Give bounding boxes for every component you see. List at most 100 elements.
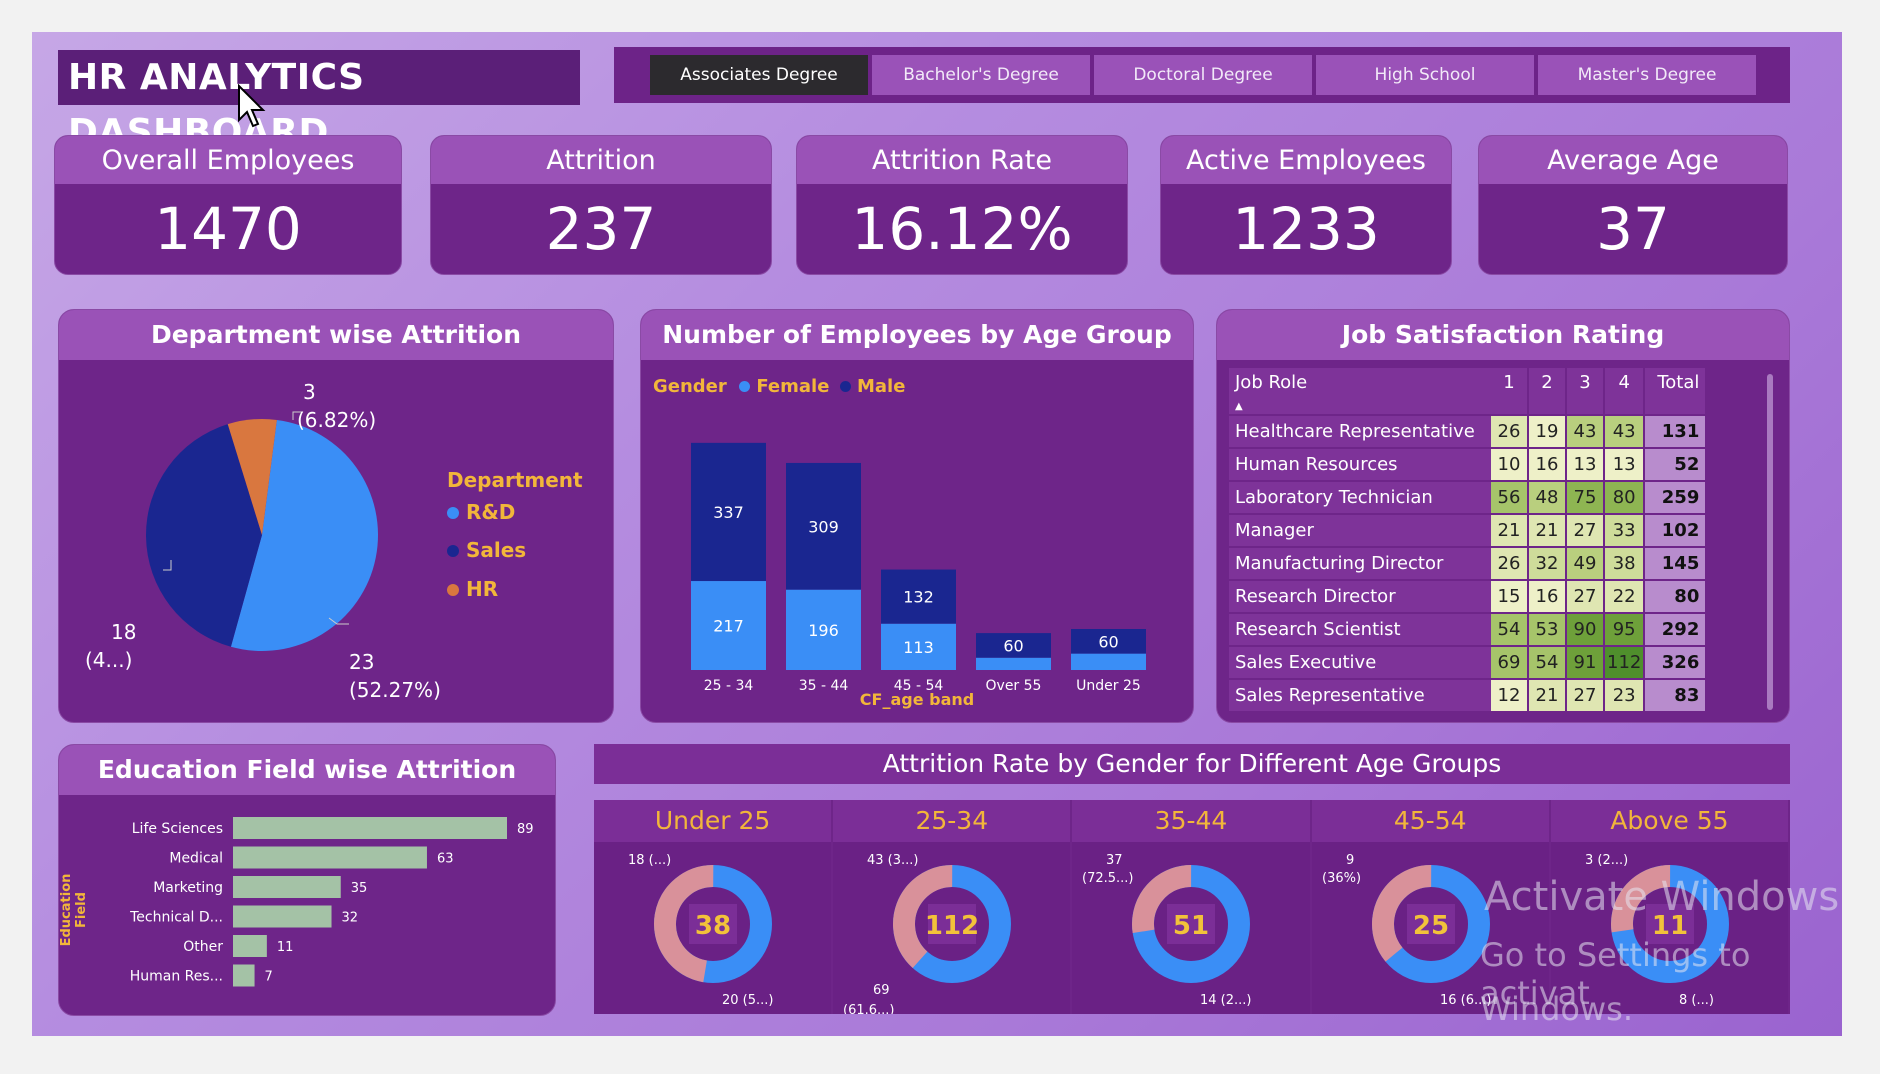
edu-bar[interactable] bbox=[233, 964, 255, 987]
matrix-row[interactable]: Laboratory Technician 56 48 75 80 259 bbox=[1229, 481, 1706, 515]
matrix-role-cell: Research Scientist bbox=[1229, 613, 1491, 647]
donut-data-label: 43 (3...) bbox=[867, 853, 919, 868]
donut-group-label: 35-44 bbox=[1072, 800, 1310, 842]
pie-label-rd-value: 23 bbox=[349, 650, 375, 674]
matrix-scrollbar[interactable] bbox=[1767, 374, 1773, 710]
matrix-role-cell: Research Director bbox=[1229, 580, 1491, 614]
matrix-value-cell: 27 bbox=[1566, 580, 1605, 614]
matrix-row[interactable]: Manager 21 21 27 33 102 bbox=[1229, 514, 1706, 548]
watermark-line3: Windows. bbox=[1480, 990, 1634, 1028]
matrix-value-cell: 13 bbox=[1566, 448, 1605, 482]
donut-cell-0: Under 25 38 18 (...) 20 (5...) bbox=[594, 800, 834, 1014]
edu-bar[interactable] bbox=[233, 846, 427, 869]
matrix-value-cell: 16 bbox=[1528, 580, 1567, 614]
edu-bar[interactable] bbox=[233, 935, 267, 957]
matrix-total-cell: 131 bbox=[1644, 415, 1706, 449]
bar-label-male: 132 bbox=[903, 588, 934, 607]
dept-attrition-card: Department wise Attrition 3 (6.82%) 18 (… bbox=[58, 309, 614, 723]
matrix-row[interactable]: Healthcare Representative 26 19 43 43 131 bbox=[1229, 415, 1706, 449]
legend-item-rd[interactable]: R&D bbox=[447, 500, 515, 524]
kpi-active-employees: Active Employees 1233 bbox=[1160, 135, 1452, 275]
matrix-role-cell: Sales Representative bbox=[1229, 679, 1491, 713]
bar-label-female: 217 bbox=[713, 617, 744, 636]
matrix-value-cell: 32 bbox=[1528, 547, 1567, 581]
matrix-header-4[interactable]: 4 bbox=[1604, 368, 1646, 416]
card-title: Department wise Attrition bbox=[59, 310, 613, 360]
matrix-value-cell: 75 bbox=[1566, 481, 1605, 515]
education-field-card: Education Field wise Attrition Education… bbox=[58, 744, 556, 1016]
matrix-value-cell: 26 bbox=[1491, 547, 1529, 581]
kpi-attrition: Attrition 237 bbox=[430, 135, 772, 275]
legend-label: HR bbox=[465, 577, 499, 601]
legend-item-sales[interactable]: Sales bbox=[447, 538, 526, 562]
matrix-value-cell: 21 bbox=[1528, 514, 1567, 548]
bar-label-female: 113 bbox=[903, 638, 934, 657]
matrix-role-cell: Human Resources bbox=[1229, 448, 1491, 482]
pie-label-rd-pct: (52.27%) bbox=[349, 678, 441, 702]
matrix-value-cell: 53 bbox=[1528, 613, 1567, 647]
edu-bar[interactable] bbox=[233, 905, 332, 928]
matrix-value-cell: 19 bbox=[1528, 415, 1567, 449]
pie-label-sales-value: 18 bbox=[111, 620, 137, 644]
age-legend: Gender Female Male bbox=[653, 376, 905, 397]
kpi-label: Overall Employees bbox=[55, 136, 401, 184]
matrix-header-1[interactable]: 1 bbox=[1491, 368, 1529, 416]
sort-asc-icon: ▲ bbox=[1235, 401, 1243, 412]
donut-cell-1: 25-34 112 43 (3...) 69 (61.6...) bbox=[833, 800, 1073, 1014]
y-tick-label: Life Sciences bbox=[132, 821, 223, 837]
donut-group-label: Under 25 bbox=[594, 800, 832, 842]
matrix-value-cell: 43 bbox=[1566, 415, 1605, 449]
y-tick-label: Technical D... bbox=[129, 910, 223, 926]
bar-female[interactable] bbox=[976, 657, 1051, 670]
kpi-value: 16.12% bbox=[851, 195, 1073, 263]
matrix-total-cell: 292 bbox=[1644, 613, 1706, 647]
matrix-value-cell: 112 bbox=[1604, 646, 1646, 680]
matrix-row[interactable]: Manufacturing Director 26 32 49 38 145 bbox=[1229, 547, 1706, 581]
slicer-option-high-school[interactable]: High School bbox=[1316, 55, 1534, 95]
donut-chart: 112 43 (3...) 69 (61.6...) bbox=[843, 853, 1012, 1014]
card-title: Number of Employees by Age Group bbox=[641, 310, 1193, 360]
matrix-role-cell: Manager bbox=[1229, 514, 1491, 548]
matrix-role-cell: Manufacturing Director bbox=[1229, 547, 1491, 581]
legend-item-hr[interactable]: HR bbox=[447, 577, 498, 601]
matrix-row[interactable]: Research Scientist 54 53 90 95 292 bbox=[1229, 613, 1706, 647]
matrix-row[interactable]: Sales Representative 12 21 27 23 83 bbox=[1229, 679, 1706, 713]
matrix-value-cell: 26 bbox=[1491, 415, 1529, 449]
matrix-row[interactable]: Human Resources 10 16 13 13 52 bbox=[1229, 448, 1706, 482]
legend-male[interactable]: Male bbox=[857, 376, 905, 397]
slicer-option-bachelors[interactable]: Bachelor's Degree bbox=[872, 55, 1090, 95]
matrix-header-3[interactable]: 3 bbox=[1566, 368, 1605, 416]
slicer-option-doctoral[interactable]: Doctoral Degree bbox=[1094, 55, 1312, 95]
matrix-header-total[interactable]: Total bbox=[1644, 368, 1706, 416]
bar-value-label: 63 bbox=[437, 852, 454, 867]
matrix-value-cell: 12 bbox=[1491, 679, 1529, 713]
matrix-value-cell: 69 bbox=[1491, 646, 1529, 680]
kpi-average-age: Average Age 37 bbox=[1478, 135, 1788, 275]
matrix-row[interactable]: Research Director 15 16 27 22 80 bbox=[1229, 580, 1706, 614]
matrix-row[interactable]: Sales Executive 69 54 91 112 326 bbox=[1229, 646, 1706, 680]
legend-dot-icon bbox=[447, 584, 459, 596]
edu-bar[interactable] bbox=[233, 817, 507, 839]
slicer-option-associates[interactable]: Associates Degree bbox=[650, 55, 868, 95]
bar-female[interactable] bbox=[1071, 653, 1146, 670]
y-tick-label: Marketing bbox=[153, 880, 223, 896]
matrix-total-cell: 259 bbox=[1644, 481, 1706, 515]
donut-center-value: 51 bbox=[1173, 911, 1209, 941]
matrix-header-2[interactable]: 2 bbox=[1528, 368, 1567, 416]
dashboard-title: HR ANALYTICS DASHBOARD bbox=[58, 50, 580, 153]
matrix-total-cell: 102 bbox=[1644, 514, 1706, 548]
donut-data-label: (61.6...) bbox=[843, 1003, 895, 1014]
donut-center-value: 38 bbox=[695, 911, 731, 941]
bar-label-male: 309 bbox=[808, 517, 839, 536]
matrix-value-cell: 91 bbox=[1566, 646, 1605, 680]
bar-value-label: 7 bbox=[265, 970, 273, 985]
matrix-value-cell: 48 bbox=[1528, 481, 1567, 515]
matrix-header-role[interactable]: Job Role ▲ bbox=[1229, 368, 1491, 416]
matrix-value-cell: 56 bbox=[1491, 481, 1529, 515]
edu-bar[interactable] bbox=[233, 876, 341, 898]
education-slicer: Associates Degree Bachelor's Degree Doct… bbox=[614, 47, 1790, 103]
card-title: Education Field wise Attrition bbox=[59, 745, 555, 795]
slicer-option-masters[interactable]: Master's Degree bbox=[1538, 55, 1756, 95]
matrix-total-cell: 145 bbox=[1644, 547, 1706, 581]
legend-female[interactable]: Female bbox=[756, 376, 829, 397]
